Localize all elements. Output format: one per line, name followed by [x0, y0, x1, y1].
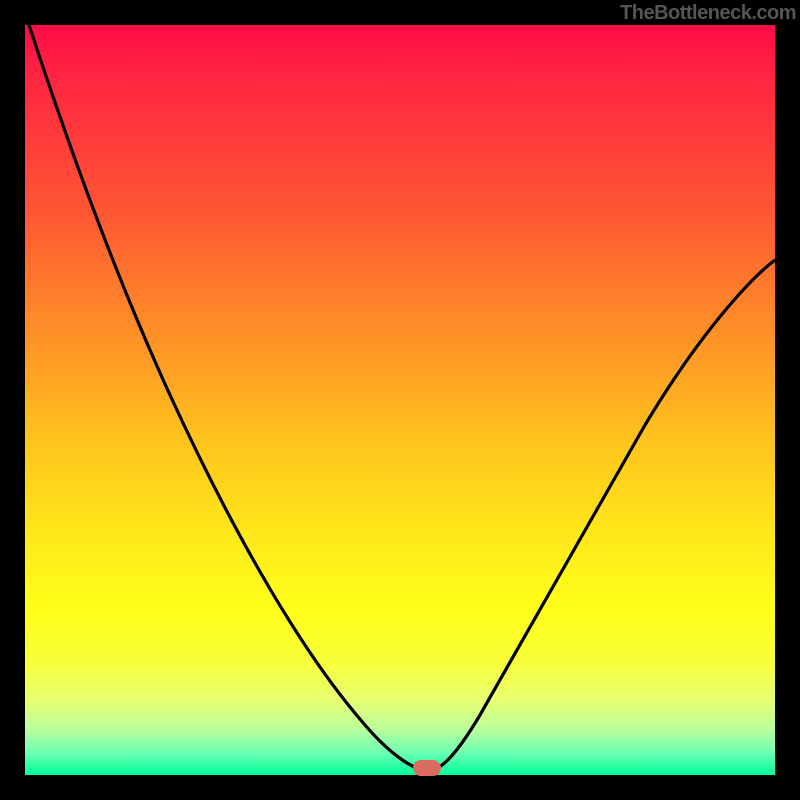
bottleneck-curve [25, 25, 775, 775]
optimal-point-marker [413, 760, 441, 776]
curve-path [29, 25, 775, 771]
chart-container: TheBottleneck.com [0, 0, 800, 800]
attribution-watermark: TheBottleneck.com [620, 2, 796, 25]
